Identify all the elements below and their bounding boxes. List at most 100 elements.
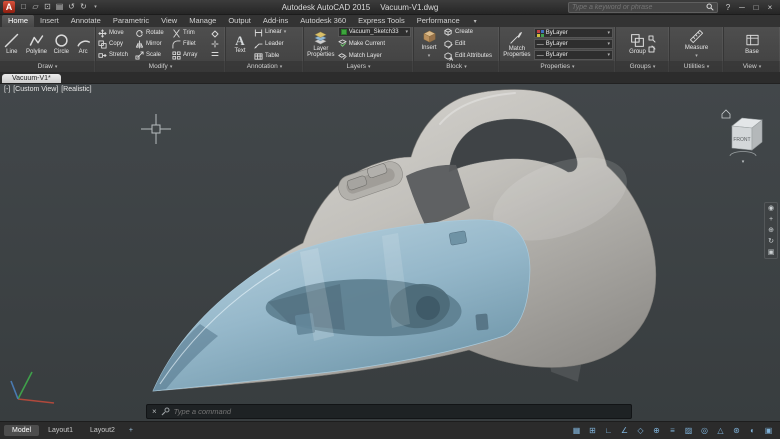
showmotion-icon[interactable]: ▣ xyxy=(768,247,775,258)
layout1-tab[interactable]: Layout1 xyxy=(40,425,81,436)
offset-icon[interactable] xyxy=(211,50,219,58)
ribbon-tab-insert[interactable]: Insert xyxy=(34,15,65,27)
ungroup-icon[interactable] xyxy=(648,35,656,43)
transparency-icon[interactable]: ▨ xyxy=(681,424,696,438)
tool-mirror[interactable]: Mirror xyxy=(135,39,172,50)
insert-block-button[interactable]: Insert ▾ xyxy=(416,29,442,59)
grid-icon[interactable]: ▦ xyxy=(569,424,584,438)
ribbon-tab-view[interactable]: View xyxy=(155,15,183,27)
group-edit-icon[interactable] xyxy=(648,45,656,53)
polar-tracking-icon[interactable]: ∠ xyxy=(617,424,632,438)
tool-rotate[interactable]: Rotate xyxy=(135,28,172,39)
panel-label-view[interactable]: View▾ xyxy=(724,61,780,72)
ribbon-tab-parametric[interactable]: Parametric xyxy=(107,15,155,27)
lineweight-display-icon[interactable]: ≡ xyxy=(665,424,680,438)
edit-block-button[interactable]: Edit xyxy=(444,39,492,50)
annotation-scale-icon[interactable]: △ xyxy=(713,424,728,438)
drawing-viewport[interactable]: [-] [Custom View] [Realistic] xyxy=(0,84,780,421)
ribbon-tab-home[interactable]: Home xyxy=(2,15,34,27)
panel-label-modify[interactable]: Modify▾ xyxy=(96,61,225,72)
qat-dropdown-icon[interactable]: ▾ xyxy=(90,1,101,13)
close-button[interactable]: × xyxy=(763,1,777,14)
visual-style-control[interactable]: [Realistic] xyxy=(61,86,91,93)
orbit-icon[interactable]: ↻ xyxy=(768,236,774,247)
make-current-button[interactable]: Make Current xyxy=(338,38,411,49)
tool-fillet[interactable]: Fillet xyxy=(172,39,209,50)
explode-icon[interactable] xyxy=(211,40,219,48)
snap-icon[interactable]: ⊞ xyxy=(585,424,600,438)
layer-dropdown[interactable]: Vacuum_Sketch33 ▾ xyxy=(338,27,411,37)
view-name-control[interactable]: [Custom View] xyxy=(13,86,58,93)
command-customize-icon[interactable] xyxy=(161,407,170,416)
isodraft-icon[interactable]: ◇ xyxy=(633,424,648,438)
tool-trim[interactable]: Trim xyxy=(172,28,209,39)
isolate-objects-icon[interactable]: ◐ xyxy=(745,424,760,438)
object-snap-icon[interactable]: ⊕ xyxy=(649,424,664,438)
panel-label-utilities[interactable]: Utilities▾ xyxy=(670,61,723,72)
clean-screen-icon[interactable]: ▣ xyxy=(761,424,776,438)
tool-text[interactable]: A Text xyxy=(228,34,252,55)
match-layer-button[interactable]: Match Layer xyxy=(338,50,411,61)
viewcube[interactable]: FRONT ▾ xyxy=(718,106,768,164)
viewport-toggle-control[interactable]: [-] xyxy=(4,86,10,93)
undo-icon[interactable]: ↺ xyxy=(66,1,77,13)
create-block-button[interactable]: Create xyxy=(444,27,492,38)
ribbon-tab-manage[interactable]: Manage xyxy=(183,15,222,27)
tool-scale[interactable]: Scale xyxy=(135,50,172,61)
command-input[interactable] xyxy=(174,407,626,416)
ribbon-tab-annotate[interactable]: Annotate xyxy=(65,15,107,27)
tool-leader[interactable]: Leader xyxy=(254,39,286,50)
ribbon-tab-add-ins[interactable]: Add-ins xyxy=(257,15,294,27)
base-view-button[interactable]: Base xyxy=(745,33,760,56)
panel-label-properties[interactable]: Properties▾ xyxy=(500,61,615,72)
file-tab-vacuum-v1[interactable]: Vacuum-V1* xyxy=(2,74,61,83)
autocad-logo-icon[interactable]: A xyxy=(3,1,15,13)
panel-label-block[interactable]: Block▾ xyxy=(414,61,499,72)
layout2-tab[interactable]: Layout2 xyxy=(82,425,123,436)
object-color-dropdown[interactable]: ByLayer ▾ xyxy=(534,28,613,38)
ortho-icon[interactable]: ∟ xyxy=(601,424,616,438)
zoom-icon[interactable]: ⊕ xyxy=(768,225,774,236)
tool-line[interactable]: Line xyxy=(4,33,19,56)
group-button[interactable]: Group xyxy=(629,33,646,56)
new-layout-button[interactable]: + xyxy=(124,425,138,436)
linetype-dropdown[interactable]: — ByLayer ▾ xyxy=(534,50,613,60)
lineweight-dropdown[interactable]: — ByLayer ▾ xyxy=(534,39,613,49)
plot-icon[interactable]: ▤ xyxy=(54,1,65,13)
workspace-icon[interactable]: ⊛ xyxy=(729,424,744,438)
panel-label-draw[interactable]: Draw▾ xyxy=(0,61,95,72)
tool-arc[interactable]: Arc xyxy=(76,33,91,56)
ribbon-tab-express-tools[interactable]: Express Tools xyxy=(352,15,411,27)
tool-move[interactable]: Move xyxy=(98,28,135,39)
redo-icon[interactable]: ↻ xyxy=(78,1,89,13)
measure-button[interactable]: Measure ▾ xyxy=(685,29,708,59)
tool-linear-dimension[interactable]: Linear ▾ xyxy=(254,27,286,38)
tool-copy[interactable]: Copy xyxy=(98,39,135,50)
save-icon[interactable]: ⊡ xyxy=(42,1,53,13)
tool-circle[interactable]: Circle xyxy=(54,33,69,56)
help-icon[interactable]: ? xyxy=(721,1,735,14)
erase-icon[interactable] xyxy=(211,30,219,38)
ribbon-tab-autodesk-360[interactable]: Autodesk 360 xyxy=(294,15,352,27)
minimize-button[interactable]: ─ xyxy=(735,1,749,14)
panel-label-groups[interactable]: Groups▾ xyxy=(616,61,669,72)
pan-icon[interactable]: + xyxy=(769,214,773,225)
ribbon-tab-output[interactable]: Output xyxy=(222,15,257,27)
edit-attributes-button[interactable]: Edit Attributes xyxy=(444,51,492,62)
layer-properties-button[interactable]: Layer Properties xyxy=(306,30,336,59)
tool-table[interactable]: Table xyxy=(254,51,286,62)
ribbon-tab-performance[interactable]: Performance xyxy=(411,15,466,27)
maximize-button[interactable]: □ xyxy=(749,1,763,14)
tool-stretch[interactable]: Stretch xyxy=(98,50,135,61)
dynamic-ucs-icon[interactable]: ◎ xyxy=(697,424,712,438)
panel-label-layers[interactable]: Layers▾ xyxy=(304,61,413,72)
model-tab[interactable]: Model xyxy=(4,425,39,436)
command-line[interactable]: × xyxy=(146,404,632,419)
open-icon[interactable]: ▱ xyxy=(30,1,41,13)
match-properties-button[interactable]: Match Properties xyxy=(502,30,532,59)
search-icon[interactable] xyxy=(706,3,714,11)
search-input[interactable] xyxy=(572,4,704,11)
new-icon[interactable]: □ xyxy=(18,1,29,13)
tool-polyline[interactable]: Polyline xyxy=(26,33,47,56)
command-close-icon[interactable]: × xyxy=(152,407,157,416)
